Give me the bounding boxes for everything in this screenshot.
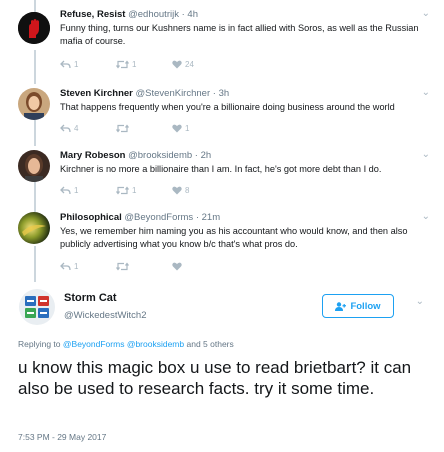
- mention-link[interactable]: @BeyondForms: [63, 339, 125, 349]
- author-handle[interactable]: @brooksidemb: [128, 150, 192, 161]
- author-name[interactable]: Storm Cat: [64, 292, 117, 304]
- chevron-down-icon[interactable]: ⌄: [422, 8, 430, 19]
- retweet-icon: [116, 186, 129, 195]
- like-button[interactable]: 1: [172, 124, 228, 133]
- tweet-time[interactable]: 21m: [202, 212, 220, 223]
- reply-button[interactable]: 1: [60, 60, 116, 69]
- like-count: 1: [185, 124, 190, 133]
- author-name[interactable]: Mary Robeson: [60, 150, 125, 161]
- follow-button[interactable]: Follow: [322, 294, 394, 318]
- retweet-button[interactable]: [116, 124, 172, 133]
- like-button[interactable]: [172, 262, 228, 271]
- tweet-2[interactable]: Steven Kirchner @StevenKirchner · 3h ⌄ T…: [0, 84, 444, 146]
- avatar[interactable]: [18, 150, 50, 182]
- others-link[interactable]: and 5 others: [187, 339, 234, 349]
- tweet-timestamp[interactable]: 7:53 PM - 29 May 2017: [18, 432, 106, 442]
- retweet-button[interactable]: 1: [116, 186, 172, 195]
- avatar[interactable]: [18, 88, 50, 120]
- reply-count: 1: [74, 262, 79, 271]
- chevron-down-icon[interactable]: ⌄: [422, 149, 430, 160]
- tweet-1[interactable]: Refuse, Resist @edhoutrijk · 4h ⌄ Funny …: [0, 0, 444, 84]
- author-name[interactable]: Steven Kirchner: [60, 88, 133, 99]
- like-button[interactable]: 24: [172, 60, 228, 69]
- reply-icon: [60, 186, 71, 195]
- chevron-down-icon[interactable]: ⌄: [416, 296, 424, 307]
- reply-count: 1: [74, 186, 79, 195]
- author-handle[interactable]: @edhoutrijk: [128, 9, 179, 20]
- main-tweet-text: u know this magic box u use to read brie…: [18, 358, 412, 398]
- heart-icon: [172, 262, 182, 271]
- heart-icon: [172, 186, 182, 195]
- tweet-3[interactable]: Mary Robeson @brooksidemb · 2h ⌄ Kirchne…: [0, 146, 444, 208]
- like-button[interactable]: 8: [172, 186, 228, 195]
- author-handle[interactable]: @StevenKirchner: [136, 88, 211, 99]
- retweet-icon: [116, 124, 129, 133]
- tweet-text: Yes, we remember him naming you as his a…: [60, 226, 408, 249]
- retweet-button[interactable]: [116, 262, 172, 271]
- reply-icon: [60, 262, 71, 271]
- retweet-count: 1: [132, 60, 137, 69]
- tweet-4[interactable]: Philosophical @BeyondForms · 21m ⌄ Yes, …: [0, 208, 444, 280]
- reply-button[interactable]: 1: [60, 186, 116, 195]
- reply-button[interactable]: 1: [60, 262, 116, 271]
- author-handle[interactable]: @WickedestWitch2: [64, 310, 147, 321]
- reply-icon: [60, 124, 71, 133]
- follow-label: Follow: [350, 300, 381, 312]
- avatar[interactable]: [18, 212, 50, 244]
- add-person-icon: [335, 301, 347, 311]
- retweet-icon: [116, 262, 129, 271]
- reply-count: 1: [74, 60, 79, 69]
- mention-link[interactable]: @brooksidemb: [127, 339, 184, 349]
- retweet-button[interactable]: 1: [116, 60, 172, 69]
- chevron-down-icon[interactable]: ⌄: [422, 87, 430, 98]
- tweet-time[interactable]: 4h: [187, 9, 198, 20]
- tweet-time[interactable]: 2h: [201, 150, 212, 161]
- avatar[interactable]: [18, 12, 50, 44]
- author-handle[interactable]: @BeyondForms: [124, 212, 193, 223]
- like-count: 24: [185, 60, 194, 69]
- heart-icon: [172, 124, 182, 133]
- tweet-time[interactable]: 3h: [219, 88, 230, 99]
- like-count: 8: [185, 186, 190, 195]
- author-name[interactable]: Refuse, Resist: [60, 9, 125, 20]
- reply-count: 4: [74, 124, 79, 133]
- retweet-icon: [116, 60, 129, 69]
- tweet-text: That happens frequently when you're a bi…: [60, 102, 395, 112]
- reply-icon: [60, 60, 71, 69]
- author-name[interactable]: Philosophical: [60, 212, 122, 223]
- replying-to: Replying to @BeyondForms @brooksidemb an…: [18, 339, 234, 349]
- tweet-text: Funny thing, turns our Kushners name is …: [60, 23, 419, 46]
- reply-button[interactable]: 4: [60, 124, 116, 133]
- retweet-count: 1: [132, 186, 137, 195]
- tweet-text: Kirchner is no more a billionaire than I…: [60, 164, 382, 174]
- heart-icon: [172, 60, 182, 69]
- chevron-down-icon[interactable]: ⌄: [422, 211, 430, 222]
- avatar[interactable]: [18, 288, 56, 326]
